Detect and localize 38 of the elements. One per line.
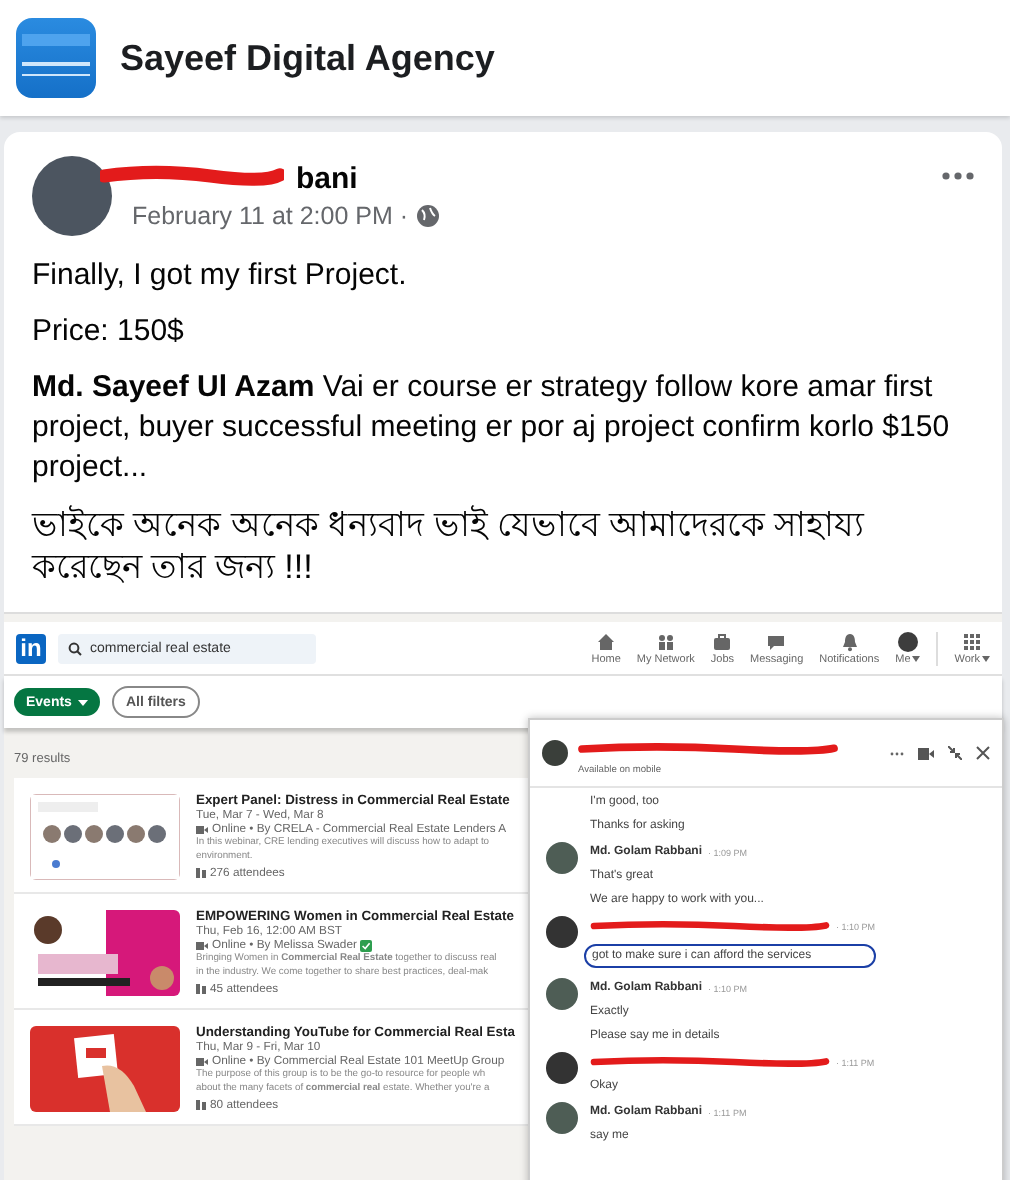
page-title: Sayeef Digital Agency bbox=[120, 37, 495, 79]
video-camera-icon bbox=[196, 1058, 208, 1066]
caret-icon bbox=[982, 656, 990, 662]
search-icon bbox=[68, 641, 82, 655]
post-text: Md. Sayeef Ul Azam Vai er course er strategy follow kore amar first project, buyer successful meeting er por aj project confirm korlo $150 project... bbox=[32, 368, 952, 488]
linkedin-logo[interactable]: in bbox=[16, 633, 46, 663]
more-options-icon[interactable] bbox=[942, 172, 974, 180]
sender-avatar bbox=[546, 1102, 578, 1134]
post-text: Price: 150$ bbox=[32, 312, 186, 352]
sender-avatar bbox=[546, 916, 578, 948]
contact-avatar bbox=[542, 740, 568, 766]
sender-avatar bbox=[546, 842, 578, 874]
people-icon bbox=[655, 631, 676, 651]
close-icon[interactable] bbox=[976, 746, 990, 760]
people-icon bbox=[196, 868, 206, 879]
post-text: ভাইকে অনেক অনেক ধন্যবাদ ভাই যেভাবে আমাদেরকে সাহায্য করেছেন তার জন্য !!! bbox=[32, 504, 867, 588]
caret-icon bbox=[912, 656, 921, 662]
collapse-icon[interactable] bbox=[948, 746, 962, 760]
author-name[interactable]: bani bbox=[296, 162, 358, 196]
video-camera-icon bbox=[196, 826, 208, 834]
sender-avatar bbox=[546, 978, 578, 1010]
briefcase-icon bbox=[712, 631, 733, 651]
video-camera-icon[interactable] bbox=[918, 747, 934, 759]
caret-icon bbox=[77, 699, 88, 705]
people-icon bbox=[196, 1100, 206, 1111]
grid-icon bbox=[962, 631, 983, 651]
author-avatar[interactable] bbox=[32, 156, 112, 236]
home-icon bbox=[596, 631, 617, 651]
video-camera-icon bbox=[196, 942, 208, 950]
chat-bubble-icon bbox=[766, 631, 787, 651]
people-icon bbox=[196, 984, 206, 995]
profile-avatar bbox=[897, 631, 918, 651]
sender-avatar bbox=[546, 1052, 578, 1084]
post-time[interactable]: February 11 at 2:00 PM · bbox=[132, 202, 409, 230]
bell-icon bbox=[839, 631, 860, 651]
verified-icon bbox=[360, 940, 373, 952]
post-text: Finally, I got my first Project. bbox=[32, 256, 409, 296]
globe-icon bbox=[416, 204, 441, 228]
